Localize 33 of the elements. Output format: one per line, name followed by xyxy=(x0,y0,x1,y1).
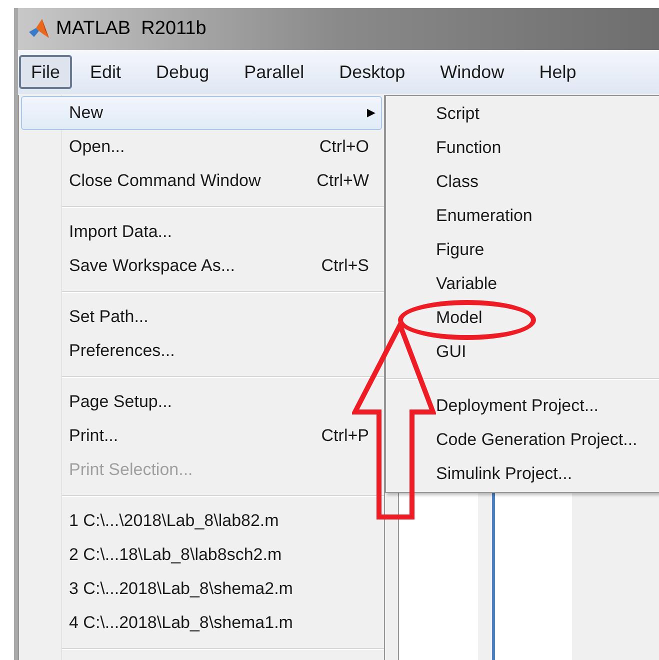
menu-bar-item[interactable]: Debug xyxy=(144,55,222,89)
menu-item[interactable]: 1 C:\...\2018\Lab_8\lab82.m xyxy=(21,504,382,538)
menu-item[interactable]: Close Command Window Ctrl+W xyxy=(21,164,382,198)
menu-bar-item[interactable]: File xyxy=(19,55,72,89)
submenu-item[interactable]: Deployment Project... xyxy=(436,393,599,419)
menu-item[interactable]: Open... Ctrl+O xyxy=(21,130,382,164)
menu-item[interactable]: 3 C:\...2018\Lab_8\shema2.m xyxy=(21,572,382,606)
menu-item[interactable]: 4 C:\...2018\Lab_8\shema1.m xyxy=(21,606,382,640)
menu-bar-item[interactable]: Window xyxy=(428,55,516,89)
menu-item[interactable]: Import Data... xyxy=(21,215,382,249)
matlab-logo-icon xyxy=(28,18,50,40)
menu-bar-item[interactable]: Desktop xyxy=(327,55,418,89)
submenu-item[interactable]: GUI xyxy=(436,339,466,365)
menu-item[interactable]: Page Setup... xyxy=(21,385,382,419)
submenu-item[interactable]: Model xyxy=(436,305,482,331)
submenu-item[interactable]: Script xyxy=(436,101,480,127)
menu-item[interactable]: Preferences... xyxy=(21,334,382,368)
menu-item[interactable]: Save Workspace As... Ctrl+S xyxy=(21,249,382,283)
menu-bar-item[interactable]: Edit xyxy=(78,55,134,89)
menu-item[interactable]: New ▶ xyxy=(21,96,382,130)
submenu-item[interactable]: Class xyxy=(436,169,479,195)
window-title: MATLAB R2011b xyxy=(56,16,206,41)
submenu-item[interactable]: Code Generation Project... xyxy=(436,427,638,453)
submenu-item[interactable]: Variable xyxy=(436,271,498,297)
menu-bar-item[interactable]: Help xyxy=(527,55,588,89)
menu-item[interactable]: Print... Ctrl+P xyxy=(21,419,382,453)
menu-bar-item[interactable]: Parallel xyxy=(232,55,316,89)
submenu-item[interactable]: Function xyxy=(436,135,502,161)
submenu-item[interactable]: Figure xyxy=(436,237,484,263)
menu-item[interactable]: 2 C:\...18\Lab_8\lab8sch2.m xyxy=(21,538,382,572)
menu-item[interactable]: Set Path... xyxy=(21,300,382,334)
submenu-item[interactable]: Enumeration xyxy=(436,203,532,229)
submenu-item[interactable]: Simulink Project... xyxy=(436,461,572,487)
